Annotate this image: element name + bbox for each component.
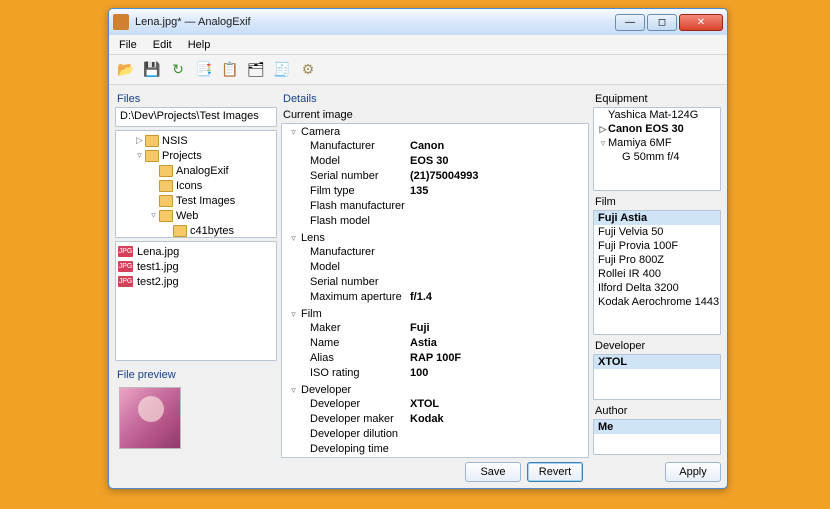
detail-row[interactable]: DeveloperXTOL [282,398,588,413]
file-list[interactable]: JPGLena.jpgJPGtest1.jpgJPGtest2.jpg [115,241,277,361]
detail-group[interactable]: ▿Lens [282,230,588,246]
equipment-item[interactable]: G 50mm f/4 [594,150,720,164]
preview-thumbnail [119,387,181,449]
detail-row[interactable]: MakerFuji [282,322,588,337]
titlebar[interactable]: Lena.jpg* — AnalogExif — ◻ ✕ [109,9,727,35]
minimize-button[interactable]: — [615,14,645,31]
file-item[interactable]: JPGtest2.jpg [118,274,274,289]
files-label: Files [117,93,277,105]
film-item[interactable]: Kodak Aerochrome 1443 [594,295,720,309]
menu-help[interactable]: Help [180,37,219,53]
tree-item[interactable]: Icons [116,178,276,193]
maximize-button[interactable]: ◻ [647,14,677,31]
developer-list[interactable]: XTOL [594,355,720,369]
film-item[interactable]: Rollei IR 400 [594,267,720,281]
file-preview [115,383,277,482]
detail-row[interactable]: Manufacturer [282,246,588,261]
tree-item[interactable]: AnalogExif [116,163,276,178]
folder-open-icon[interactable]: 📂 [115,59,137,81]
folder-tree[interactable]: ▷NSIS▿ProjectsAnalogExifIconsTest Images… [115,130,277,238]
path-input[interactable]: D:\Dev\Projects\Test Images [115,107,277,127]
menubar: File Edit Help [109,35,727,55]
equipment-item[interactable]: ▿Mamiya 6MF [594,136,720,150]
toolbar: 📂 💾 ↻ 📑 📋 🗂 🧾 ⚙ [109,55,727,85]
detail-row[interactable]: ISO rating100 [282,367,588,382]
details-panel: ▿CameraManufacturerCanonModelEOS 30Seria… [281,123,589,458]
author-list[interactable]: Me [594,420,720,434]
author-item[interactable]: Me [594,420,720,434]
tree-item[interactable]: ▷NSIS [116,133,276,148]
film-item[interactable]: Fuji Pro 800Z [594,253,720,267]
detail-row[interactable]: ModelEOS 30 [282,155,588,170]
window-title: Lena.jpg* — AnalogExif [135,16,613,28]
detail-row[interactable]: NameAstia [282,337,588,352]
detail-row[interactable]: Film type135 [282,185,588,200]
tree-item[interactable]: ▿Projects [116,148,276,163]
file-item[interactable]: JPGLena.jpg [118,244,274,259]
rotate-icon[interactable]: 🗂 [245,59,267,81]
detail-group[interactable]: ▿Camera [282,124,588,140]
apply-button[interactable]: Apply [665,462,721,482]
settings-icon[interactable]: ⚙ [297,59,319,81]
developer-item[interactable]: XTOL [594,355,720,369]
paste-exif-icon[interactable]: 📋 [219,59,241,81]
revert-button[interactable]: Revert [527,462,583,482]
tree-item[interactable]: c41bytes [116,223,276,238]
close-button[interactable]: ✕ [679,14,723,31]
equipment-list[interactable]: Yashica Mat-124G▷Canon EOS 30▿Mamiya 6MF… [593,107,721,191]
reload-icon[interactable]: ↻ [167,59,189,81]
film-list[interactable]: Fuji AstiaFuji Velvia 50Fuji Provia 100F… [594,211,720,309]
details-label: Details [283,93,589,105]
film-item[interactable]: Ilford Delta 3200 [594,281,720,295]
developer-label: Developer [595,340,721,352]
copy-exif-icon[interactable]: 📑 [193,59,215,81]
detail-row[interactable]: Developer dilution [282,428,588,443]
detail-row[interactable]: Model [282,261,588,276]
menu-edit[interactable]: Edit [145,37,180,53]
equipment-item[interactable]: ▷Canon EOS 30 [594,122,720,136]
save-icon[interactable]: 💾 [141,59,163,81]
menu-file[interactable]: File [111,37,145,53]
app-window: Lena.jpg* — AnalogExif — ◻ ✕ File Edit H… [108,8,728,489]
detail-row[interactable]: Flash model [282,215,588,230]
film-item[interactable]: Fuji Provia 100F [594,239,720,253]
detail-row[interactable]: Serial number(21)75004993 [282,170,588,185]
batch-icon[interactable]: 🧾 [271,59,293,81]
film-item[interactable]: Fuji Astia [594,211,720,225]
preview-label: File preview [117,369,277,381]
tree-item[interactable]: ▿Web [116,208,276,223]
detail-row[interactable]: Flash manufacturer [282,200,588,215]
film-label: Film [595,196,721,208]
author-label: Author [595,405,721,417]
detail-row[interactable]: Maximum aperturef/1.4 [282,291,588,306]
film-item[interactable]: Fuji Velvia 50 [594,225,720,239]
detail-row[interactable]: Developer makerKodak [282,413,588,428]
file-item[interactable]: JPGtest1.jpg [118,259,274,274]
equipment-label: Equipment [595,93,721,105]
detail-row[interactable]: AliasRAP 100F [282,352,588,367]
detail-group[interactable]: ▿Film [282,306,588,322]
detail-row[interactable]: Serial number [282,276,588,291]
detail-row[interactable]: Developing time [282,443,588,457]
tree-item[interactable]: Test Images [116,193,276,208]
app-icon [113,14,129,30]
detail-group[interactable]: ▿Developer [282,382,588,398]
save-button[interactable]: Save [465,462,521,482]
current-image-label: Current image [283,109,589,121]
detail-row[interactable]: ManufacturerCanon [282,140,588,155]
equipment-item[interactable]: Yashica Mat-124G [594,108,720,122]
